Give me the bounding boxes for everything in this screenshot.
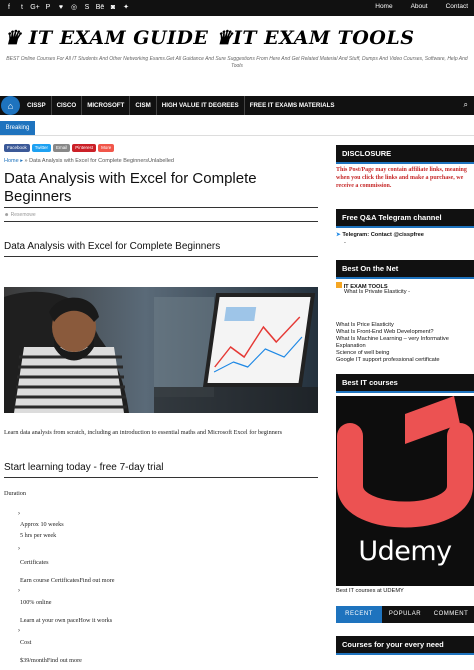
social-links: f t G+ P ♥ ◎ S Bē ◙ ✦ xyxy=(4,2,131,13)
duration-hours: 5 hrs per week xyxy=(20,532,57,539)
earn-certificates-link[interactable]: Earn course CertificatesFind out more xyxy=(20,576,115,585)
certificates-label: Certificates xyxy=(20,559,49,566)
main-nav: ⌂ CISSP CISCO MICROSOFT CISM HIGH VALUE … xyxy=(0,96,474,115)
hero-image xyxy=(4,287,318,413)
nav-item-cisco[interactable]: CISCO xyxy=(50,96,82,115)
udemy-caption[interactable]: Best IT courses at UDEMY xyxy=(336,588,404,595)
share-email-button[interactable]: Email xyxy=(53,144,71,152)
duration-weeks: Approx 10 weeks xyxy=(20,521,64,528)
best-site-subtitle: What Is Private Elasticity - xyxy=(344,289,411,295)
tab-comment[interactable]: COMMENT xyxy=(428,606,474,623)
breadcrumb: Home ▸ » Data Analysis with Excel for Co… xyxy=(4,158,174,164)
meta-divider xyxy=(4,221,318,222)
share-pinterest-button[interactable]: Pinterest xyxy=(72,144,97,152)
telegram-dash: - xyxy=(344,240,346,246)
top-bar: f t G+ P ♥ ◎ S Bē ◙ ✦ Home About Contact xyxy=(0,0,474,16)
sidebar-heading-best-on-net: Best On the Net xyxy=(336,260,474,279)
breaking-label: Breaking xyxy=(0,121,35,135)
search-icon[interactable]: ⌕ xyxy=(464,100,468,110)
trial-heading: Start learning today - free 7-day trial xyxy=(4,462,164,473)
share-buttons: Facebook Twitter Email Pinterest More xyxy=(4,144,115,152)
sidebar-heading-telegram: Free Q&A Telegram channel xyxy=(336,209,474,228)
pinterest-icon[interactable]: P xyxy=(43,2,53,13)
hero-photo-illustration xyxy=(4,287,318,413)
online-label: 100% online xyxy=(20,599,52,606)
telegram-link[interactable]: ➤ Telegram: Contact @cisspfree xyxy=(336,232,424,239)
share-facebook-button[interactable]: Facebook xyxy=(4,144,30,152)
subtitle-divider xyxy=(4,256,318,257)
author-name[interactable]: Resemowe xyxy=(11,212,36,218)
breadcrumb-current: » Data Analysis with Excel for Complete … xyxy=(24,158,175,164)
sidebar-heading-disclosure: DISCLOSURE xyxy=(336,145,474,164)
cost-link[interactable]: $39/monthFind out more xyxy=(20,656,82,665)
duration-label: Duration xyxy=(4,490,26,497)
top-link-home[interactable]: Home xyxy=(375,3,392,10)
telegram-icon: ➤ xyxy=(336,232,341,238)
nav-item-cism[interactable]: CISM xyxy=(129,96,155,115)
site-tagline: BEST Online Courses For All IT Students … xyxy=(6,56,468,69)
post-author: ☻ Resemowe xyxy=(4,212,36,218)
post-intro: Learn data analysis from scratch, includ… xyxy=(4,429,283,436)
tab-popular[interactable]: POPULAR xyxy=(382,606,428,623)
author-icon: ☻ xyxy=(4,212,10,218)
sidebar-link[interactable]: What Is Machine Learning – very Informat… xyxy=(336,336,474,350)
sidebar-link[interactable]: Science of well being xyxy=(336,350,474,357)
cost-label: Cost xyxy=(20,639,32,646)
sidebar-heading-courses-every-need: Courses for your every need xyxy=(336,636,474,655)
bookmark-icon xyxy=(336,282,342,288)
chevron-right-icon: › xyxy=(18,628,20,634)
nav-item-free-it-exams-materials[interactable]: FREE IT EXAMS MATERIALS xyxy=(243,96,340,115)
tab-recent[interactable]: RECENT xyxy=(336,606,382,623)
share-twitter-button[interactable]: Twitter xyxy=(31,144,52,152)
top-link-about[interactable]: About xyxy=(411,3,428,10)
chevron-right-icon: › xyxy=(18,546,20,552)
telegram-link-label: Telegram: Contact @cisspfree xyxy=(342,232,424,238)
udemy-logo-mark xyxy=(337,396,473,528)
sidebar-link[interactable]: Google IT support professional certifica… xyxy=(336,357,474,364)
post-title: Data Analysis with Excel for Complete Be… xyxy=(4,170,257,205)
sidebar-tabs: RECENT POPULAR COMMENT xyxy=(336,606,474,623)
nav-item-high-value-it-degrees[interactable]: HIGH VALUE IT DEGREES xyxy=(155,96,244,115)
breadcrumb-separator: ▸ xyxy=(20,158,23,164)
post-subtitle: Data Analysis with Excel for Complete Be… xyxy=(4,241,221,252)
heart-icon[interactable]: ♥ xyxy=(56,2,66,13)
share-more-button[interactable]: More xyxy=(98,144,115,152)
udemy-wordmark: Udemy xyxy=(358,536,452,567)
facebook-icon[interactable]: f xyxy=(4,2,14,13)
twitter-icon[interactable]: t xyxy=(17,2,27,13)
top-link-contact[interactable]: Contact xyxy=(446,3,468,10)
google-plus-icon[interactable]: G+ xyxy=(30,2,40,13)
site-logo[interactable]: ♛ IT EXAM GUIDE ♛IT EXAM TOOLS xyxy=(4,27,414,49)
rss-icon[interactable]: ◎ xyxy=(69,2,79,13)
chevron-right-icon: › xyxy=(18,588,20,594)
disclosure-text: This Post/Page may contain affiliate lin… xyxy=(336,167,467,189)
skype-icon[interactable]: S xyxy=(82,2,92,13)
sidebar-link[interactable]: What Is Price Elasticity xyxy=(336,322,474,329)
trial-divider xyxy=(4,477,318,478)
udemy-banner[interactable]: Udemy xyxy=(336,396,474,586)
pace-link[interactable]: Learn at your own paceHow it works xyxy=(20,616,112,625)
home-icon[interactable]: ⌂ xyxy=(1,96,20,115)
nav-item-cissp[interactable]: CISSP xyxy=(22,96,51,115)
nav-item-microsoft[interactable]: MICROSOFT xyxy=(81,96,129,115)
breadcrumb-home[interactable]: Home xyxy=(4,158,19,164)
breaking-divider xyxy=(0,135,474,136)
instagram-icon[interactable]: ◙ xyxy=(108,2,118,13)
sidebar-link[interactable]: What Is Front-End Web Development? xyxy=(336,329,474,336)
behance-icon[interactable]: Bē xyxy=(95,2,105,13)
top-links: Home About Contact xyxy=(375,3,468,10)
share-icon[interactable]: ✦ xyxy=(121,2,131,13)
title-divider xyxy=(4,207,318,208)
sidebar-link-list: What Is Price Elasticity What Is Front-E… xyxy=(336,322,474,364)
sidebar-heading-best-it-courses: Best IT courses xyxy=(336,374,474,393)
chevron-right-icon: › xyxy=(18,511,20,517)
